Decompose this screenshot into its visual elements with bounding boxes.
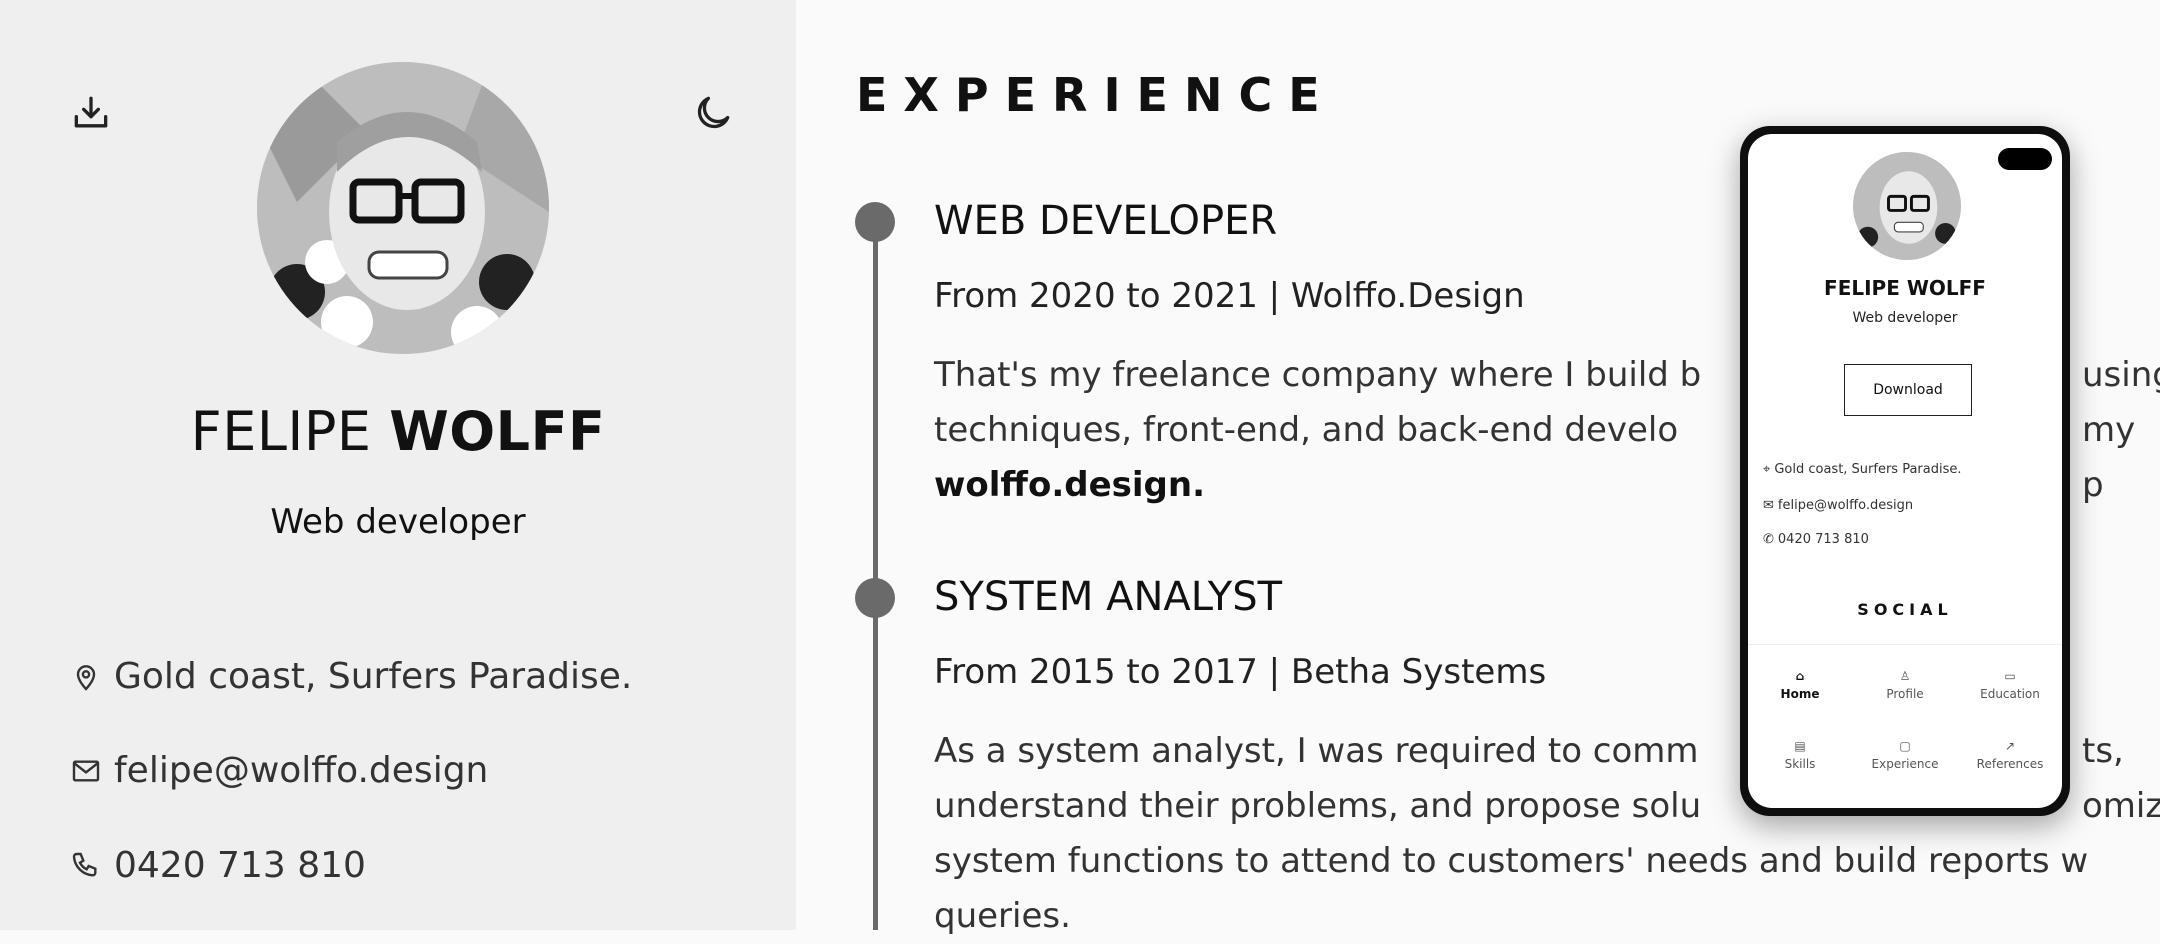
nav-profile[interactable]: ♙ Profile	[1853, 669, 1957, 701]
portfolio-link[interactable]: wolffo.design.	[934, 465, 1205, 505]
nav-label: References	[1976, 757, 2044, 771]
nav-label: Home	[1780, 687, 1820, 701]
skills-icon: ▤	[1794, 739, 1806, 753]
desc-line: queries.	[934, 896, 1071, 936]
phone-contact-phone[interactable]: ✆ 0420 713 810	[1763, 532, 1869, 547]
location-text: Gold coast, Surfers Paradise.	[114, 656, 633, 697]
job-meta: From 2015 to 2017 | Betha Systems	[934, 652, 1547, 692]
job-title: SYSTEM ANALYST	[934, 574, 1283, 620]
book-icon: ▭	[2004, 669, 2016, 683]
job-title: WEB DEVELOPER	[934, 198, 1278, 244]
phone-profile-name: FELIPE WOLFF	[1824, 276, 1986, 300]
profile-photo	[257, 62, 549, 354]
nav-label: Education	[1980, 687, 2040, 701]
contact-phone[interactable]: 0420 713 810	[70, 845, 366, 886]
theme-toggle-button[interactable]	[690, 90, 736, 136]
briefcase-icon: ▢	[1899, 739, 1911, 753]
phone-social-title: SOCIAL	[1857, 600, 1953, 619]
nav-label: Profile	[1886, 687, 1924, 701]
job-desc-overflow: ts, omized	[2082, 724, 2160, 834]
phone-mockup: FELIPE WOLFF Web developer Download ⌖ Go…	[1740, 126, 2070, 816]
camera-cutout	[1998, 148, 2052, 170]
contact-location: Gold coast, Surfers Paradise.	[70, 656, 632, 697]
contact-email[interactable]: felipe@wolffo.design	[70, 750, 488, 791]
phone-screen: FELIPE WOLFF Web developer Download ⌖ Go…	[1748, 134, 2062, 808]
nav-skills[interactable]: ▤ Skills	[1748, 739, 1852, 771]
section-title: EXPERIENCE	[856, 68, 1336, 122]
phone-profile-photo	[1853, 152, 1961, 260]
phone-icon	[72, 852, 97, 877]
desc-line: using	[2082, 355, 2160, 395]
location-pin-icon: ⌖	[1763, 462, 1771, 477]
mail-icon: ✉	[1763, 498, 1774, 513]
email-text[interactable]: felipe@wolffo.design	[114, 750, 488, 791]
job-meta: From 2020 to 2021 | Wolffo.Design	[934, 276, 1525, 316]
phone-contact-email[interactable]: ✉ felipe@wolffo.design	[1763, 498, 1913, 513]
nav-label: Skills	[1784, 757, 1816, 771]
nav-label: Experience	[1871, 757, 1939, 771]
nav-experience[interactable]: ▢ Experience	[1853, 739, 1957, 771]
phone-profile-role: Web developer	[1852, 310, 1958, 326]
desc-line: omized	[2082, 786, 2160, 826]
nav-references[interactable]: ↗ References	[1958, 739, 2062, 771]
phone-phone-text[interactable]: 0420 713 810	[1778, 532, 1869, 547]
phone-text[interactable]: 0420 713 810	[114, 845, 366, 886]
desc-line: system functions to attend to customers'…	[934, 841, 2089, 881]
home-icon: ⌂	[1795, 669, 1805, 683]
desc-line: ts,	[2082, 731, 2124, 771]
timeline-dot	[855, 202, 895, 242]
timeline-line	[873, 220, 878, 930]
first-name: FELIPE	[190, 400, 372, 463]
profile-sidebar: FELIPE WOLFF Web developer Gold coast, S…	[0, 0, 796, 930]
download-button[interactable]	[68, 90, 114, 136]
phone-contact-location: ⌖ Gold coast, Surfers Paradise.	[1763, 462, 1962, 477]
download-icon	[74, 96, 108, 128]
nav-education[interactable]: ▭ Education	[1958, 669, 2062, 701]
desc-line: my p	[2082, 410, 2136, 505]
profile-role: Web developer	[270, 502, 526, 542]
user-icon: ♙	[1899, 669, 1911, 683]
phone-location-text: Gold coast, Surfers Paradise.	[1774, 462, 1962, 477]
location-pin-icon	[76, 664, 96, 691]
nav-home[interactable]: ⌂ Home	[1748, 669, 1852, 701]
job-desc-overflow: using my p	[2082, 348, 2160, 513]
timeline-dot	[855, 578, 895, 618]
phone-icon: ✆	[1763, 532, 1774, 547]
profile-name: FELIPE WOLFF	[0, 400, 796, 463]
phone-email-text[interactable]: felipe@wolffo.design	[1778, 498, 1913, 513]
mail-icon	[72, 759, 100, 782]
last-name: WOLFF	[389, 400, 606, 463]
moon-icon	[697, 96, 730, 129]
external-link-icon: ↗	[2004, 739, 2016, 753]
phone-download-button[interactable]: Download	[1844, 364, 1972, 416]
phone-bottom-nav: ⌂ Home ♙ Profile ▭ Education ▤ Skills ▢ …	[1748, 644, 2062, 808]
